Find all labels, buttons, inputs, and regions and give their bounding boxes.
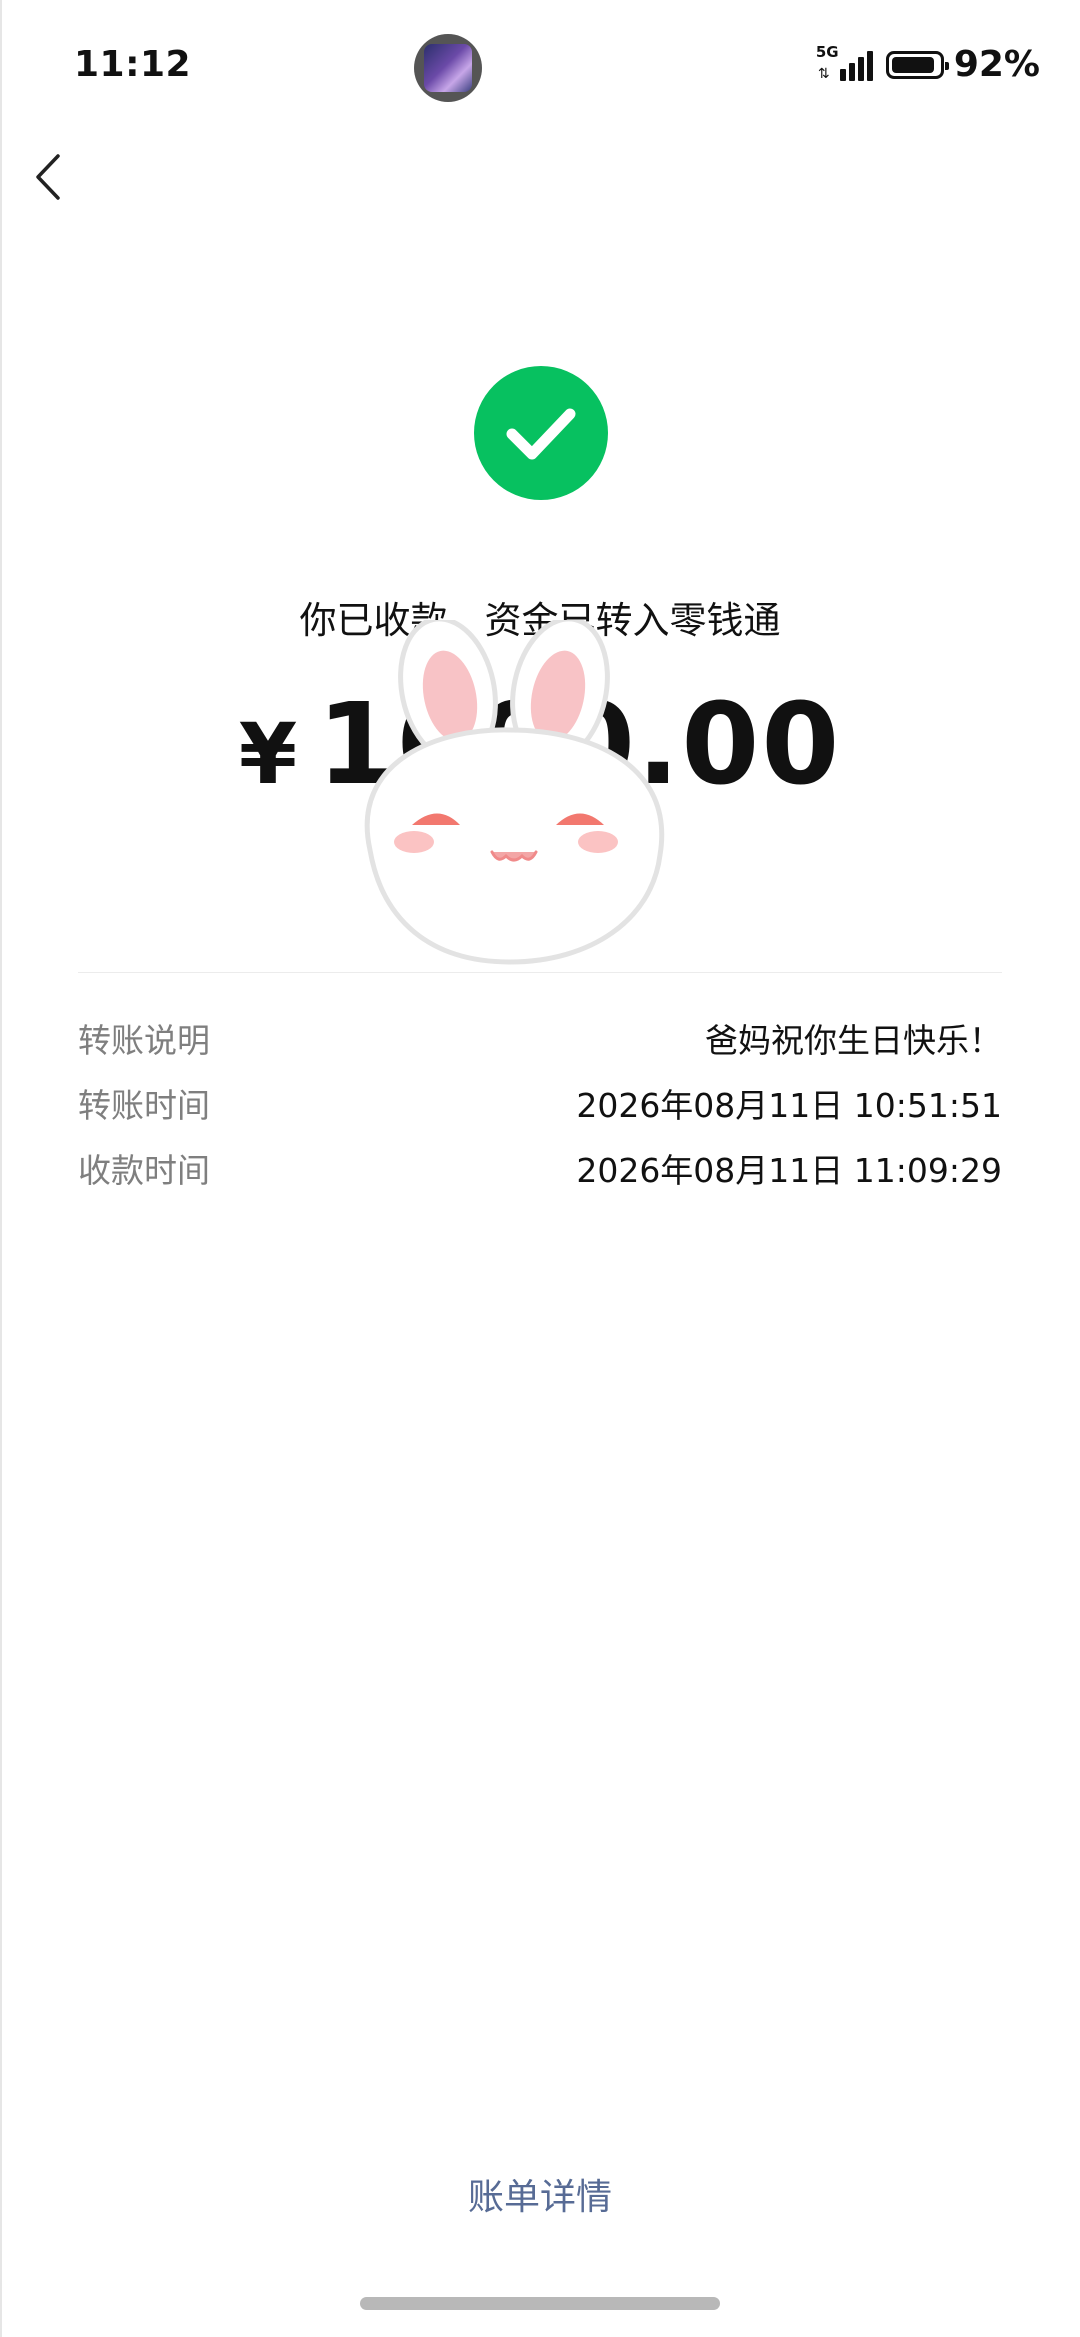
status-indicators: 5G ⇅ 92% — [816, 44, 1040, 85]
chevron-left-icon — [36, 154, 60, 200]
cellular-signal-icon: 5G ⇅ — [815, 42, 876, 85]
detail-row-receive-time: 收款时间 2026年08月11日 11:09:29 — [78, 1144, 1002, 1194]
battery-icon — [885, 50, 949, 79]
battery-percent: 92% — [953, 44, 1040, 85]
detail-row-transfer-note: 转账说明 爸妈祝你生日快乐！ — [78, 1014, 1002, 1064]
home-indicator[interactable] — [360, 2297, 720, 2310]
back-button[interactable] — [22, 146, 72, 208]
detail-value: 2026年08月11日 10:51:51 — [576, 1086, 1002, 1125]
data-arrows-icon: ⇅ — [817, 65, 830, 82]
detail-label: 收款时间 — [78, 1151, 210, 1190]
detail-label: 转账时间 — [78, 1086, 210, 1125]
network-type: 5G — [815, 42, 839, 61]
divider — [78, 972, 1002, 973]
bill-details-link[interactable]: 账单详情 — [0, 2168, 1080, 2220]
detail-label: 转账说明 — [78, 1021, 210, 1060]
detail-row-transfer-time: 转账时间 2026年08月11日 10:51:51 — [78, 1079, 1002, 1129]
status-time: 11:12 — [74, 44, 192, 85]
currency-symbol: ¥ — [238, 705, 300, 803]
screen-edge — [0, 0, 2, 2337]
detail-value: 爸妈祝你生日快乐！ — [705, 1021, 1002, 1060]
bunny-sticker — [330, 616, 692, 970]
detail-value: 2026年08月11日 11:09:29 — [576, 1151, 1002, 1190]
notification-avatar-icon — [414, 34, 482, 102]
check-circle-icon — [474, 366, 608, 500]
